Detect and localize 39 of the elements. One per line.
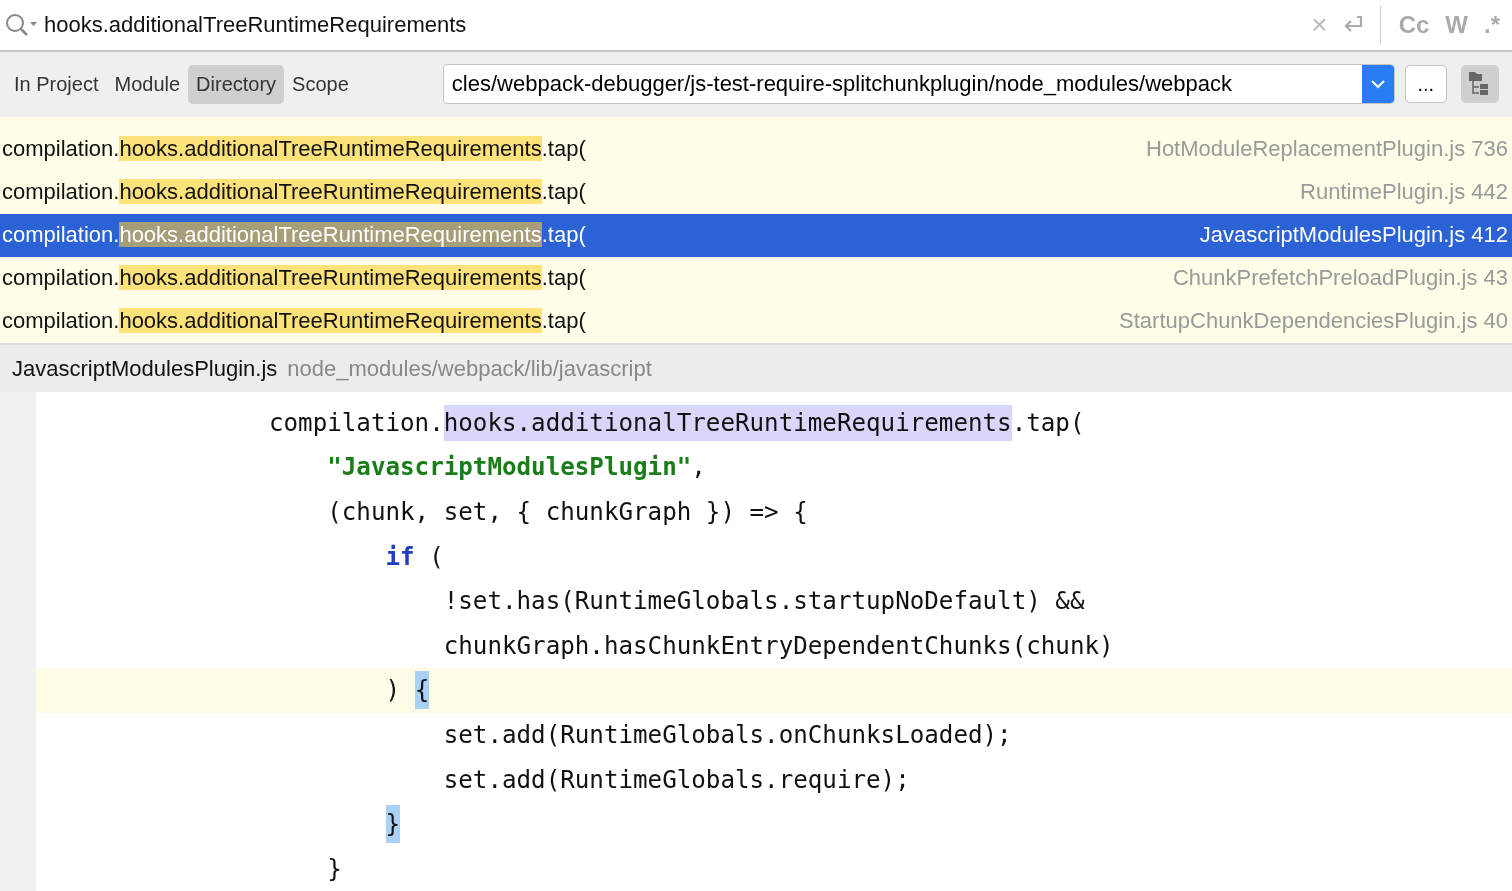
file-location: ChunkPrefetchPreloadPlugin.js 43 [1172, 265, 1508, 292]
code-line: !set.has(RuntimeGlobals.startupNoDefault) && [442, 586, 1085, 618]
result-line-text: compilation.hooks.additionalTreeRuntimeRequirements.tap( [2, 265, 586, 292]
result-line-text: compilation.hooks.additionalTreeRuntimeRequirements.tap( [2, 136, 586, 163]
scope-tab[interactable]: In Project [6, 64, 107, 104]
preview-file-name: JavascriptModulesPlugin.js [12, 355, 278, 382]
result-row[interactable]: compilation.hooks.additionalTreeRuntimeRequirements.tap( ChunkPrefetchPreloadPlugin.js 43 [0, 256, 1512, 300]
code-line: set.add(RuntimeGlobals.onChunksLoaded); [442, 719, 1012, 751]
result-line-text: compilation.hooks.additionalTreeRuntimeRequirements.tap( [2, 179, 586, 206]
code-line: ) { [36, 668, 430, 713]
code-line: (chunk, set, { chunkGraph }) => { [326, 496, 808, 528]
directory-field[interactable]: cles/webpack-debugger/js-test-require-splitchunkplugin/node_modules/webpack [442, 64, 1395, 105]
scope-tab[interactable]: Directory [188, 64, 285, 104]
browse-button[interactable]: ... [1404, 65, 1447, 104]
search-icon[interactable] [4, 11, 38, 38]
file-location: HotModuleReplacementPlugin.js 736 [1146, 136, 1508, 163]
chevron-down-icon [1370, 79, 1385, 89]
code-line: chunkGraph.hasChunkEntryDependentChunks(chunk) [442, 630, 1114, 662]
preview-file-path: node_modules/webpack/lib/javascript [287, 355, 652, 382]
scope-tab[interactable]: Module [106, 64, 189, 104]
result-row[interactable]: compilation.hooks.additionalTreeRuntimeRequirements.tap( StartupChunkDependenciesPlugin.js 40 [0, 299, 1512, 343]
file-location: StartupChunkDependenciesPlugin.js 40 [1119, 308, 1508, 335]
code-line: } [326, 853, 342, 885]
result-line-text: compilation.hooks.additionalTreeRuntimeRequirements.tap( [2, 308, 586, 335]
scope-tab[interactable]: Scope [284, 64, 357, 104]
file-location: RuntimePlugin.js 442 [1300, 179, 1508, 206]
code-line: } [36, 802, 401, 847]
code-line: if ( [384, 541, 444, 573]
code-line: compilation.hooks.additionalTreeRuntimeRequirements.tap( [36, 400, 1085, 445]
dropdown-button[interactable] [1361, 65, 1394, 104]
file-location: JavascriptModulesPlugin.js 412 [1199, 222, 1508, 249]
code-line: "JavascriptModulesPlugin", [326, 452, 706, 484]
result-line-text: compilation.hooks.additionalTreeRuntimeRequirements.tap( [2, 222, 586, 249]
search-field[interactable]: hooks.additionalTreeRuntimeRequirements [44, 11, 1300, 38]
code-line: set.add(RuntimeGlobals.require); [442, 764, 910, 796]
file-tree-button[interactable] [1460, 65, 1499, 104]
result-row[interactable]: compilation.hooks.additionalTreeRuntimeRequirements.tap( RuntimePlugin.js 442 [0, 170, 1512, 214]
result-row[interactable]: compilation.hooks.additionalTreeRuntimeRequirements.tap( HotModuleReplacementPlugin.js 736 [0, 127, 1512, 171]
result-row[interactable]: compilation.hooks.additionalTreeRuntimeRequirements.tap( JavascriptModulesPlugin.js 412 [0, 213, 1512, 257]
